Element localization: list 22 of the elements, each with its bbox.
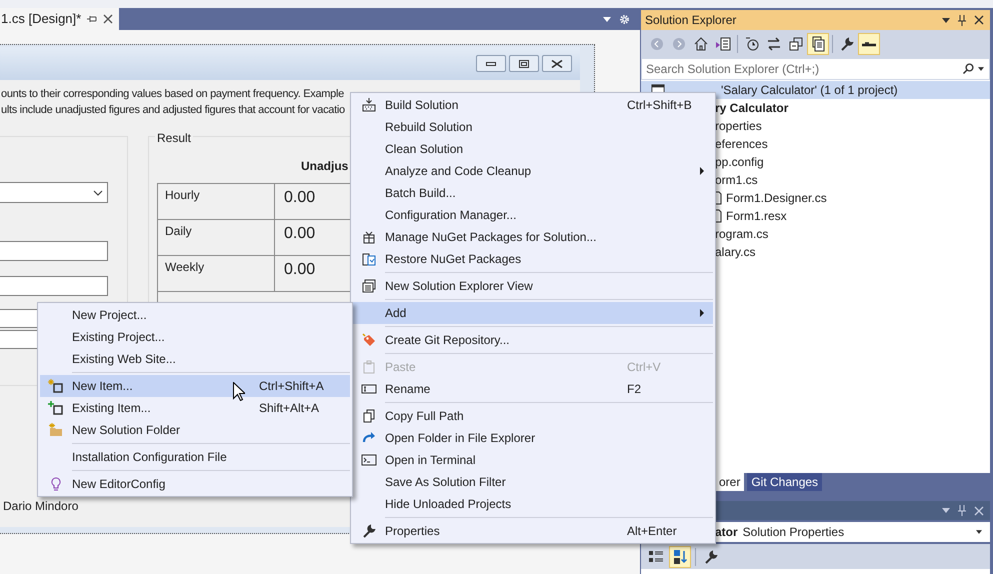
- tree-item-label: Form1.Designer.cs: [726, 190, 827, 207]
- tree-item-label: rogram.cs: [715, 226, 768, 243]
- description-text: ults include unadjusted figures and adjusted figures that account for vacatio: [1, 103, 345, 118]
- tree-item-label: pp.config: [715, 154, 764, 171]
- column-heading: Unadjus: [301, 158, 348, 175]
- tree-item-label: alary.cs: [715, 244, 756, 261]
- shortcut-text: F2: [627, 381, 642, 398]
- tree-item-label: roperties: [715, 118, 762, 135]
- shortcut-text: Shift+Alt+A: [259, 400, 320, 417]
- shortcut-text: Ctrl+V: [627, 359, 662, 376]
- tree-item-label: eferences: [715, 136, 768, 153]
- tree-item-label: 'Salary Calculator' (1 of 1 project): [721, 82, 898, 99]
- table-cell: Hourly: [158, 184, 275, 219]
- table-cell: Weekly: [158, 256, 275, 291]
- shortcut-text: Ctrl+Shift+A: [259, 378, 325, 395]
- table-cell: Daily: [158, 220, 275, 255]
- footer-text: Dario Mindoro: [3, 499, 78, 513]
- shortcut-text: Ctrl+Shift+B: [627, 97, 693, 114]
- tree-item-label: Form1.resx: [726, 208, 787, 225]
- tree-item-label: orm1.cs: [715, 172, 758, 189]
- panel-title: Solution Explorer: [645, 12, 738, 29]
- description-text: ounts to their corresponding values based on payment frequency. Example: [1, 87, 344, 102]
